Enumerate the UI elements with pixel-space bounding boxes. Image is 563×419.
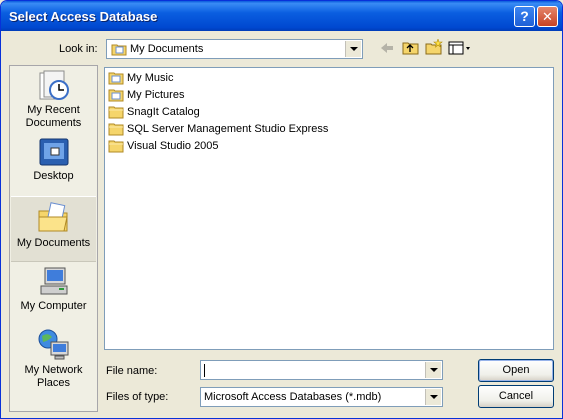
filetype-value: Microsoft Access Databases (*.mdb) xyxy=(204,391,382,403)
filename-label: File name: xyxy=(106,365,158,377)
place-label: My Recent Documents xyxy=(25,104,82,129)
special-folder-icon xyxy=(108,72,124,85)
lookin-label: Look in: xyxy=(59,43,98,55)
places-bar: My Recent Documents Desktop My Documents xyxy=(9,65,98,412)
file-name: Visual Studio 2005 xyxy=(127,140,219,152)
folder-icon xyxy=(108,123,124,136)
place-my-network-places[interactable]: My Network Places xyxy=(11,328,96,392)
filename-combo[interactable] xyxy=(200,360,443,380)
filetype-label: Files of type: xyxy=(106,391,169,403)
filetype-dropdown[interactable]: Microsoft Access Databases (*.mdb) xyxy=(200,387,443,407)
chevron-down-icon xyxy=(429,395,438,399)
folder-icon xyxy=(108,106,124,119)
place-label: Desktop xyxy=(33,170,74,182)
place-my-documents[interactable]: My Documents xyxy=(11,196,96,262)
chevron-down-icon xyxy=(429,368,438,372)
file-name: My Pictures xyxy=(127,89,185,101)
place-label: My Documents xyxy=(16,237,91,249)
window-title: Select Access Database xyxy=(9,9,158,24)
lookin-dropdown-arrow[interactable] xyxy=(345,41,361,57)
views-menu-icon[interactable] xyxy=(448,41,472,55)
list-item-my-music[interactable]: My Music xyxy=(108,70,173,86)
place-desktop[interactable]: Desktop xyxy=(11,136,96,184)
file-list[interactable]: My Music My Pictures SnagIt Catalog SQL … xyxy=(104,67,554,350)
special-folder-icon xyxy=(108,89,124,102)
network-places-icon xyxy=(38,329,68,360)
list-item-my-pictures[interactable]: My Pictures xyxy=(108,87,184,103)
recent-documents-icon xyxy=(39,70,69,100)
list-item-sql-server-management-studio-express[interactable]: SQL Server Management Studio Express xyxy=(108,121,328,137)
chevron-down-icon xyxy=(349,47,358,51)
place-label: My Computer xyxy=(20,300,87,312)
list-item-visual-studio-2005[interactable]: Visual Studio 2005 xyxy=(108,138,219,154)
lookin-dropdown[interactable]: My Documents xyxy=(106,39,363,59)
filetype-dropdown-arrow[interactable] xyxy=(425,389,441,405)
place-my-recent-documents[interactable]: My Recent Documents xyxy=(11,70,96,132)
select-access-database-dialog: Select Access Database ? ✕ Look in: My D… xyxy=(0,0,563,419)
cancel-button[interactable]: Cancel xyxy=(478,385,554,408)
filename-dropdown-arrow[interactable] xyxy=(425,362,441,378)
back-arrow-icon[interactable] xyxy=(379,41,395,55)
list-item-snagit-catalog[interactable]: SnagIt Catalog xyxy=(108,104,200,120)
my-documents-icon xyxy=(38,202,68,232)
place-my-computer[interactable]: My Computer xyxy=(11,266,96,318)
my-documents-icon xyxy=(111,44,127,56)
filename-input[interactable] xyxy=(202,362,426,378)
lookin-value: My Documents xyxy=(130,43,204,55)
title-bar[interactable]: Select Access Database ? ✕ xyxy=(1,1,562,31)
open-button[interactable]: Open xyxy=(478,359,554,382)
desktop-icon xyxy=(39,138,68,166)
my-computer-icon xyxy=(40,267,67,295)
new-folder-icon[interactable] xyxy=(425,39,443,55)
file-name: SnagIt Catalog xyxy=(127,106,200,118)
file-name: SQL Server Management Studio Express xyxy=(127,123,329,135)
text-cursor xyxy=(204,364,205,377)
up-folder-icon[interactable] xyxy=(402,40,419,55)
help-button[interactable]: ? xyxy=(514,6,535,27)
close-button[interactable]: ✕ xyxy=(537,6,558,27)
place-label: My Network Places xyxy=(24,364,83,389)
file-name: My Music xyxy=(127,72,174,84)
folder-icon xyxy=(108,140,124,153)
